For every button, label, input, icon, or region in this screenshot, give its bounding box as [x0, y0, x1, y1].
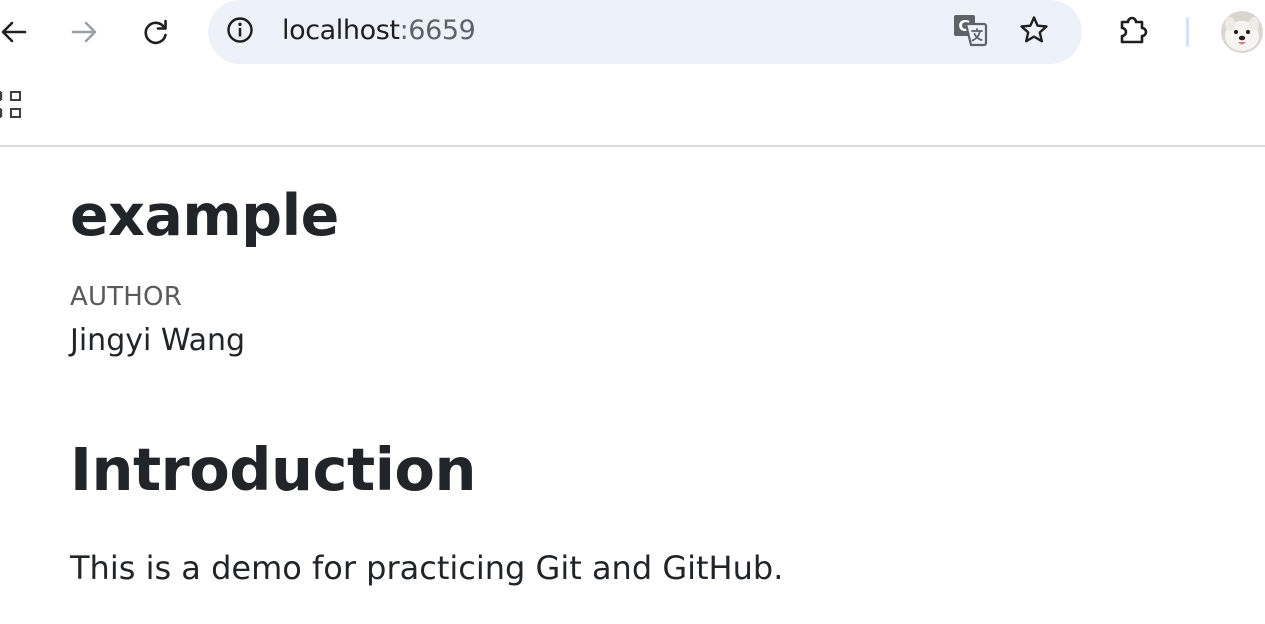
apps-button[interactable]: [0, 90, 24, 120]
arrow-left-icon: [0, 17, 29, 47]
bookmark-button[interactable]: [1014, 12, 1054, 52]
author-name: Jingyi Wang: [70, 323, 246, 358]
apps-grid-icon: [0, 91, 24, 124]
toolbar-divider: [1186, 17, 1189, 47]
puzzle-icon: [1116, 12, 1152, 52]
translate-button[interactable]: G: [950, 12, 990, 52]
section-paragraph: This is a demo for practicing Git and Gi…: [70, 549, 784, 587]
profile-avatar[interactable]: [1221, 11, 1263, 53]
url-text[interactable]: localhost:6659: [282, 0, 476, 64]
forward-button[interactable]: [64, 12, 104, 52]
browser-toolbar: localhost:6659 G: [0, 0, 1265, 64]
section-heading-introduction: Introduction: [70, 435, 476, 504]
arrow-right-icon: [69, 17, 99, 47]
page-title: example: [70, 183, 339, 249]
site-info-button[interactable]: [222, 14, 258, 50]
extensions-button[interactable]: [1114, 12, 1154, 52]
translate-icon: G: [952, 12, 988, 52]
author-label: AUTHOR: [70, 282, 182, 312]
address-bar[interactable]: localhost:6659 G: [208, 0, 1082, 64]
url-port: :6659: [399, 15, 476, 46]
reload-icon: [141, 17, 171, 47]
star-icon: [1018, 14, 1050, 50]
url-host: localhost: [282, 15, 400, 46]
back-button[interactable]: [0, 12, 34, 52]
reload-button[interactable]: [136, 12, 176, 52]
bookmarks-bar: [0, 64, 1265, 147]
info-icon: [225, 15, 255, 49]
